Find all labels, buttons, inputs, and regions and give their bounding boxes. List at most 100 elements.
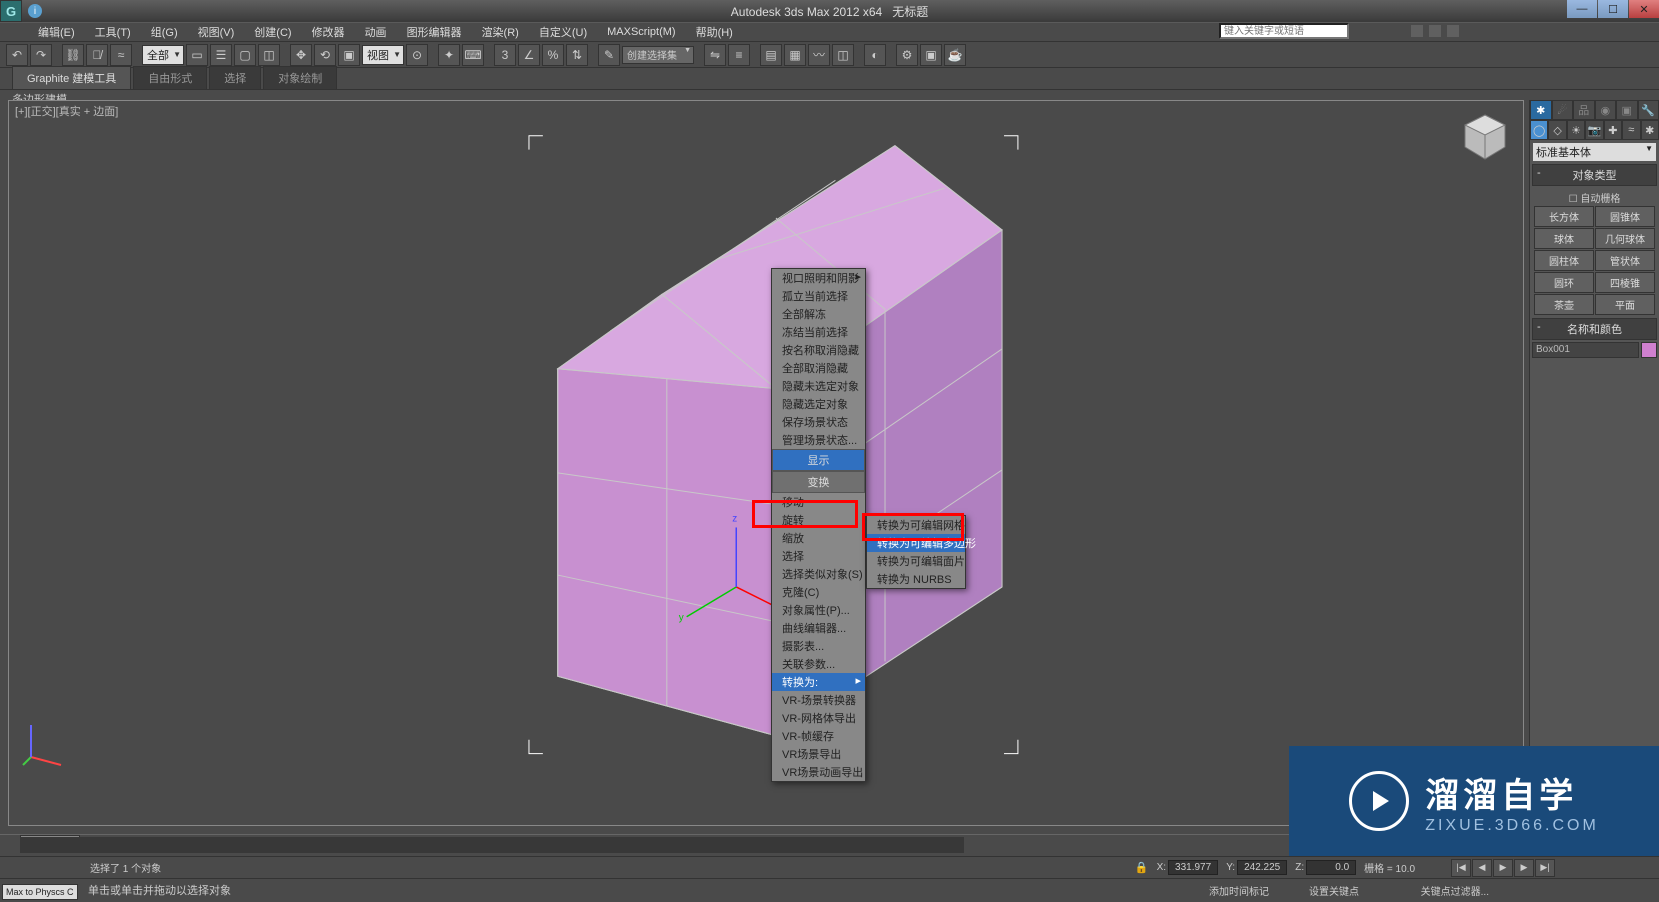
ctx-convert-editable-poly[interactable]: 转换为可编辑多边形	[867, 534, 965, 552]
ctx-viewport-lighting[interactable]: 视口照明和阴影	[772, 269, 865, 287]
comm-center-icon[interactable]	[1411, 25, 1423, 37]
undo-button[interactable]: ↶	[6, 44, 28, 66]
angle-snap-button[interactable]: ∠	[518, 44, 540, 66]
ribbon-tab-object-paint[interactable]: 对象绘制	[263, 66, 337, 90]
key-filters-button[interactable]: 关键点过滤器...	[1421, 883, 1489, 898]
tab-display[interactable]: ▣	[1616, 100, 1638, 120]
menu-views[interactable]: 视图(V)	[188, 22, 245, 42]
quad-tab-transform[interactable]: 变换	[772, 471, 865, 493]
geom-category-dropdown[interactable]: 标准基本体	[1533, 143, 1656, 161]
ctx-vr-framebuffer[interactable]: VR-帧缓存	[772, 727, 865, 745]
ctx-dope-sheet[interactable]: 摄影表...	[772, 637, 865, 655]
btn-box[interactable]: 长方体	[1534, 206, 1594, 227]
maximize-button[interactable]: ☐	[1598, 0, 1628, 18]
help-icon[interactable]	[1447, 25, 1459, 37]
next-frame-button[interactable]: ▶	[1514, 859, 1534, 877]
help-search-input[interactable]	[1219, 23, 1349, 39]
add-time-tag[interactable]: 添加时间标记	[1209, 883, 1269, 898]
ctx-scale[interactable]: 缩放	[772, 529, 865, 547]
material-editor-button[interactable]: ◐	[864, 44, 886, 66]
select-region-button[interactable]: ▢	[234, 44, 256, 66]
app-icon[interactable]: G	[0, 0, 22, 22]
menu-graph-editors[interactable]: 图形编辑器	[397, 22, 472, 42]
snap-toggle-button[interactable]: 3	[494, 44, 516, 66]
btn-pyramid[interactable]: 四棱锥	[1595, 272, 1655, 293]
coord-z[interactable]: Z:0.0	[1295, 860, 1356, 875]
cat-lights[interactable]: ☀	[1567, 120, 1585, 140]
btn-cylinder[interactable]: 圆柱体	[1534, 250, 1594, 271]
tab-utilities[interactable]: 🔧	[1638, 100, 1659, 120]
convert-to-submenu[interactable]: 转换为可编辑网格 转换为可编辑多边形 转换为可编辑面片 转换为 NURBS	[866, 515, 966, 589]
ribbon-tab-freeform[interactable]: 自由形式	[133, 66, 207, 90]
link-button[interactable]: ⛓	[62, 44, 84, 66]
bind-spacewarp-button[interactable]: ≈	[110, 44, 132, 66]
ctx-select-similar[interactable]: 选择类似对象(S)	[772, 565, 865, 583]
move-button[interactable]: ✥	[290, 44, 312, 66]
keyboard-shortcut-button[interactable]: ⌨	[462, 44, 484, 66]
lock-icon[interactable]: 🔒	[1135, 861, 1149, 874]
graphite-ribbon-button[interactable]: ▦	[784, 44, 806, 66]
tab-motion[interactable]: ◉	[1595, 100, 1617, 120]
rollout-object-type[interactable]: 对象类型	[1532, 164, 1657, 186]
ctx-save-scene-state[interactable]: 保存场景状态	[772, 413, 865, 431]
ctx-wire-parameters[interactable]: 关联参数...	[772, 655, 865, 673]
quad-tab-display[interactable]: 显示	[772, 449, 865, 471]
rollout-name-color[interactable]: 名称和颜色	[1532, 318, 1657, 340]
tab-modify[interactable]: ☄	[1552, 100, 1574, 120]
window-crossing-button[interactable]: ◫	[258, 44, 280, 66]
info-icon[interactable]: i	[28, 4, 42, 18]
cat-systems[interactable]: ✱	[1641, 120, 1659, 140]
menu-edit[interactable]: 编辑(E)	[28, 22, 85, 42]
menu-customize[interactable]: 自定义(U)	[529, 22, 597, 42]
play-button[interactable]: ▶	[1493, 859, 1513, 877]
render-production-button[interactable]: ☕	[944, 44, 966, 66]
set-key-button[interactable]: 设置关键点	[1309, 883, 1359, 898]
btn-geosphere[interactable]: 几何球体	[1595, 228, 1655, 249]
ctx-curve-editor[interactable]: 曲线编辑器...	[772, 619, 865, 637]
ctx-vr-scene-export[interactable]: VR场景导出	[772, 745, 865, 763]
ref-coord-dropdown[interactable]: 视图	[362, 45, 404, 65]
time-ruler[interactable]	[20, 837, 964, 853]
close-button[interactable]: ✕	[1629, 0, 1659, 18]
ctx-unhide-by-name[interactable]: 按名称取消隐藏	[772, 341, 865, 359]
render-setup-button[interactable]: ⚙	[896, 44, 918, 66]
menu-modifiers[interactable]: 修改器	[302, 22, 355, 42]
ctx-convert-editable-patch[interactable]: 转换为可编辑面片	[867, 552, 965, 570]
quad-menu[interactable]: 视口照明和阴影 孤立当前选择 全部解冻 冻结当前选择 按名称取消隐藏 全部取消隐…	[771, 268, 866, 782]
ctx-isolate-selection[interactable]: 孤立当前选择	[772, 287, 865, 305]
scale-button[interactable]: ▣	[338, 44, 360, 66]
object-color-swatch[interactable]	[1641, 342, 1657, 358]
ctx-convert-to[interactable]: 转换为:	[772, 673, 865, 691]
mirror-button[interactable]: ⇋	[704, 44, 726, 66]
curve-editor-button[interactable]: 〰	[808, 44, 830, 66]
ctx-freeze-selection[interactable]: 冻结当前选择	[772, 323, 865, 341]
btn-cone[interactable]: 圆锥体	[1595, 206, 1655, 227]
menu-group[interactable]: 组(G)	[141, 22, 188, 42]
unlink-button[interactable]: ⛓̸	[86, 44, 108, 66]
maxscript-listener-button[interactable]: Max to Physcs C	[2, 884, 78, 900]
edit-named-selection-button[interactable]: ✎	[598, 44, 620, 66]
cat-geometry[interactable]: ◯	[1530, 120, 1548, 140]
ctx-unhide-all[interactable]: 全部取消隐藏	[772, 359, 865, 377]
cat-helpers[interactable]: ✚	[1604, 120, 1622, 140]
tab-create[interactable]: ✱	[1530, 100, 1552, 120]
cat-spacewarps[interactable]: ≈	[1622, 120, 1640, 140]
rotate-button[interactable]: ⟲	[314, 44, 336, 66]
coord-y[interactable]: Y:242.225	[1226, 860, 1287, 875]
selection-filter-dropdown[interactable]: 全部	[142, 45, 184, 65]
favorites-icon[interactable]	[1429, 25, 1441, 37]
select-by-name-button[interactable]: ☰	[210, 44, 232, 66]
ctx-rotate[interactable]: 旋转	[772, 511, 865, 529]
goto-start-button[interactable]: |◀	[1451, 859, 1471, 877]
ctx-hide-unselected[interactable]: 隐藏未选定对象	[772, 377, 865, 395]
btn-tube[interactable]: 管状体	[1595, 250, 1655, 271]
named-selection-dropdown[interactable]: 创建选择集	[622, 46, 694, 64]
btn-torus[interactable]: 圆环	[1534, 272, 1594, 293]
ctx-convert-editable-mesh[interactable]: 转换为可编辑网格	[867, 516, 965, 534]
tab-hierarchy[interactable]: 品	[1573, 100, 1595, 120]
ctx-clone[interactable]: 克隆(C)	[772, 583, 865, 601]
minimize-button[interactable]: —	[1567, 0, 1597, 18]
cat-shapes[interactable]: ◇	[1548, 120, 1566, 140]
cat-cameras[interactable]: 📷	[1585, 120, 1603, 140]
goto-end-button[interactable]: ▶|	[1535, 859, 1555, 877]
